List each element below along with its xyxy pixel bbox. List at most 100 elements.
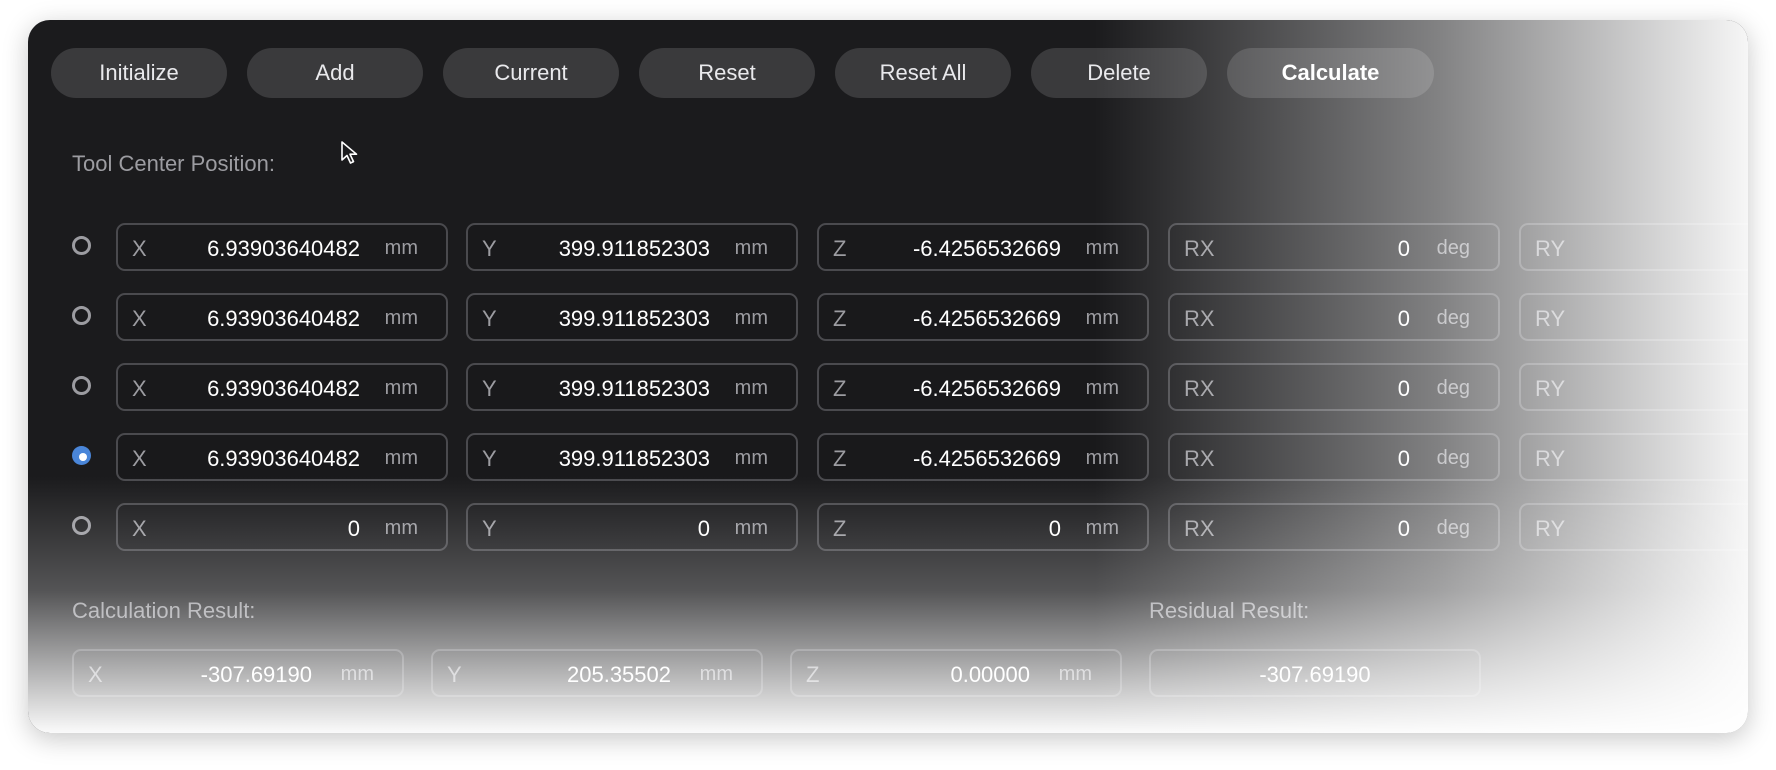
unit-mm: mm: [340, 663, 374, 685]
x-input[interactable]: X 6.93903640482 mm: [116, 433, 448, 481]
rx-label: RX: [1184, 446, 1215, 471]
y-label: Y: [482, 376, 497, 401]
x-input[interactable]: X 0 mm: [116, 503, 448, 551]
y-value: 399.911852303: [558, 446, 710, 471]
ry-input[interactable]: RY: [1519, 363, 1748, 411]
unit-deg: deg: [1436, 447, 1470, 469]
rx-input[interactable]: RX 0 deg: [1168, 503, 1500, 551]
add-button[interactable]: Add: [247, 48, 423, 98]
ry-input[interactable]: RY: [1519, 433, 1748, 481]
rx-value: 0: [1397, 236, 1410, 261]
rx-value: 0: [1397, 306, 1410, 331]
unit-mm: mm: [1085, 307, 1119, 329]
tool-center-position-label: Tool Center Position:: [72, 151, 275, 176]
y-label: Y: [447, 662, 462, 687]
y-label: Y: [482, 306, 497, 331]
x-label: X: [132, 236, 147, 261]
ry-label: RY: [1535, 306, 1566, 331]
x-input[interactable]: X 6.93903640482 mm: [116, 293, 448, 341]
unit-mm: mm: [384, 377, 418, 399]
unit-deg: deg: [1436, 377, 1470, 399]
rx-label: RX: [1184, 516, 1215, 541]
ry-label: RY: [1535, 236, 1566, 261]
unit-mm: mm: [384, 237, 418, 259]
y-input[interactable]: Y 399.911852303 mm: [466, 293, 798, 341]
y-input[interactable]: Y 399.911852303 mm: [466, 223, 798, 271]
z-label: Z: [833, 376, 847, 401]
unit-deg: deg: [1436, 517, 1470, 539]
x-label: X: [132, 376, 147, 401]
unit-mm: mm: [1085, 447, 1119, 469]
z-input[interactable]: Z -6.4256532669 mm: [817, 293, 1149, 341]
calc-z-field: Z 0.00000 mm: [790, 649, 1122, 697]
x-input[interactable]: X 6.93903640482 mm: [116, 363, 448, 411]
z-input[interactable]: Z -6.4256532669 mm: [817, 363, 1149, 411]
y-input[interactable]: Y 399.911852303 mm: [466, 363, 798, 411]
z-label: Z: [833, 306, 847, 331]
x-input[interactable]: X 6.93903640482 mm: [116, 223, 448, 271]
y-label: Y: [482, 446, 497, 471]
rx-input[interactable]: RX 0 deg: [1168, 293, 1500, 341]
calc-x-field: X -307.69190 mm: [72, 649, 404, 697]
unit-mm: mm: [734, 307, 768, 329]
unit-mm: mm: [734, 517, 768, 539]
z-label: Z: [806, 662, 820, 687]
residual-result-label: Residual Result:: [1149, 598, 1310, 623]
z-input[interactable]: Z -6.4256532669 mm: [817, 223, 1149, 271]
ry-input[interactable]: RY: [1519, 503, 1748, 551]
delete-button[interactable]: Delete: [1031, 48, 1207, 98]
calc-x-value: -307.69190: [200, 662, 312, 687]
z-value: -6.4256532669: [912, 446, 1061, 471]
y-value: 399.911852303: [558, 376, 710, 401]
row-select-radio[interactable]: [72, 376, 91, 395]
row-select-radio[interactable]: [72, 236, 91, 255]
y-label: Y: [482, 516, 497, 541]
row-select-radio[interactable]: [72, 446, 91, 465]
z-value: -6.4256532669: [912, 306, 1061, 331]
y-input[interactable]: Y 399.911852303 mm: [466, 433, 798, 481]
reset-button[interactable]: Reset: [639, 48, 815, 98]
z-input[interactable]: Z -6.4256532669 mm: [817, 433, 1149, 481]
x-label: X: [88, 662, 103, 687]
unit-mm: mm: [734, 237, 768, 259]
x-label: X: [132, 306, 147, 331]
unit-mm: mm: [734, 377, 768, 399]
row-select-radio[interactable]: [72, 516, 91, 535]
rx-label: RX: [1184, 306, 1215, 331]
residual-value: -307.69190: [1259, 662, 1371, 687]
ry-label: RY: [1535, 446, 1566, 471]
z-label: Z: [833, 236, 847, 261]
unit-mm: mm: [1085, 517, 1119, 539]
reset-all-button[interactable]: Reset All: [835, 48, 1011, 98]
unit-mm: mm: [384, 447, 418, 469]
rx-value: 0: [1397, 376, 1410, 401]
unit-deg: deg: [1436, 307, 1470, 329]
current-button[interactable]: Current: [443, 48, 619, 98]
calculate-button[interactable]: Calculate: [1227, 48, 1434, 98]
calc-y-field: Y 205.35502 mm: [431, 649, 763, 697]
mouse-pointer-icon: [341, 141, 358, 164]
ry-input[interactable]: RY: [1519, 293, 1748, 341]
y-input[interactable]: Y 0 mm: [466, 503, 798, 551]
x-value: 6.93903640482: [207, 236, 360, 261]
rx-label: RX: [1184, 376, 1215, 401]
rx-input[interactable]: RX 0 deg: [1168, 223, 1500, 271]
ry-input[interactable]: RY: [1519, 223, 1748, 271]
initialize-button[interactable]: Initialize: [51, 48, 227, 98]
z-input[interactable]: Z 0 mm: [817, 503, 1149, 551]
residual-field: -307.69190: [1149, 649, 1481, 697]
ry-label: RY: [1535, 376, 1566, 401]
rx-value: 0: [1397, 516, 1410, 541]
unit-deg: deg: [1436, 237, 1470, 259]
calc-y-value: 205.35502: [567, 662, 671, 687]
z-value: -6.4256532669: [912, 236, 1061, 261]
row-select-radio[interactable]: [72, 306, 91, 325]
x-value: 6.93903640482: [207, 306, 360, 331]
unit-mm: mm: [384, 307, 418, 329]
x-value: 6.93903640482: [207, 446, 360, 471]
rx-input[interactable]: RX 0 deg: [1168, 433, 1500, 481]
y-value: 399.911852303: [558, 236, 710, 261]
rx-input[interactable]: RX 0 deg: [1168, 363, 1500, 411]
unit-mm: mm: [699, 663, 733, 685]
calculation-result-label: Calculation Result:: [72, 598, 256, 623]
